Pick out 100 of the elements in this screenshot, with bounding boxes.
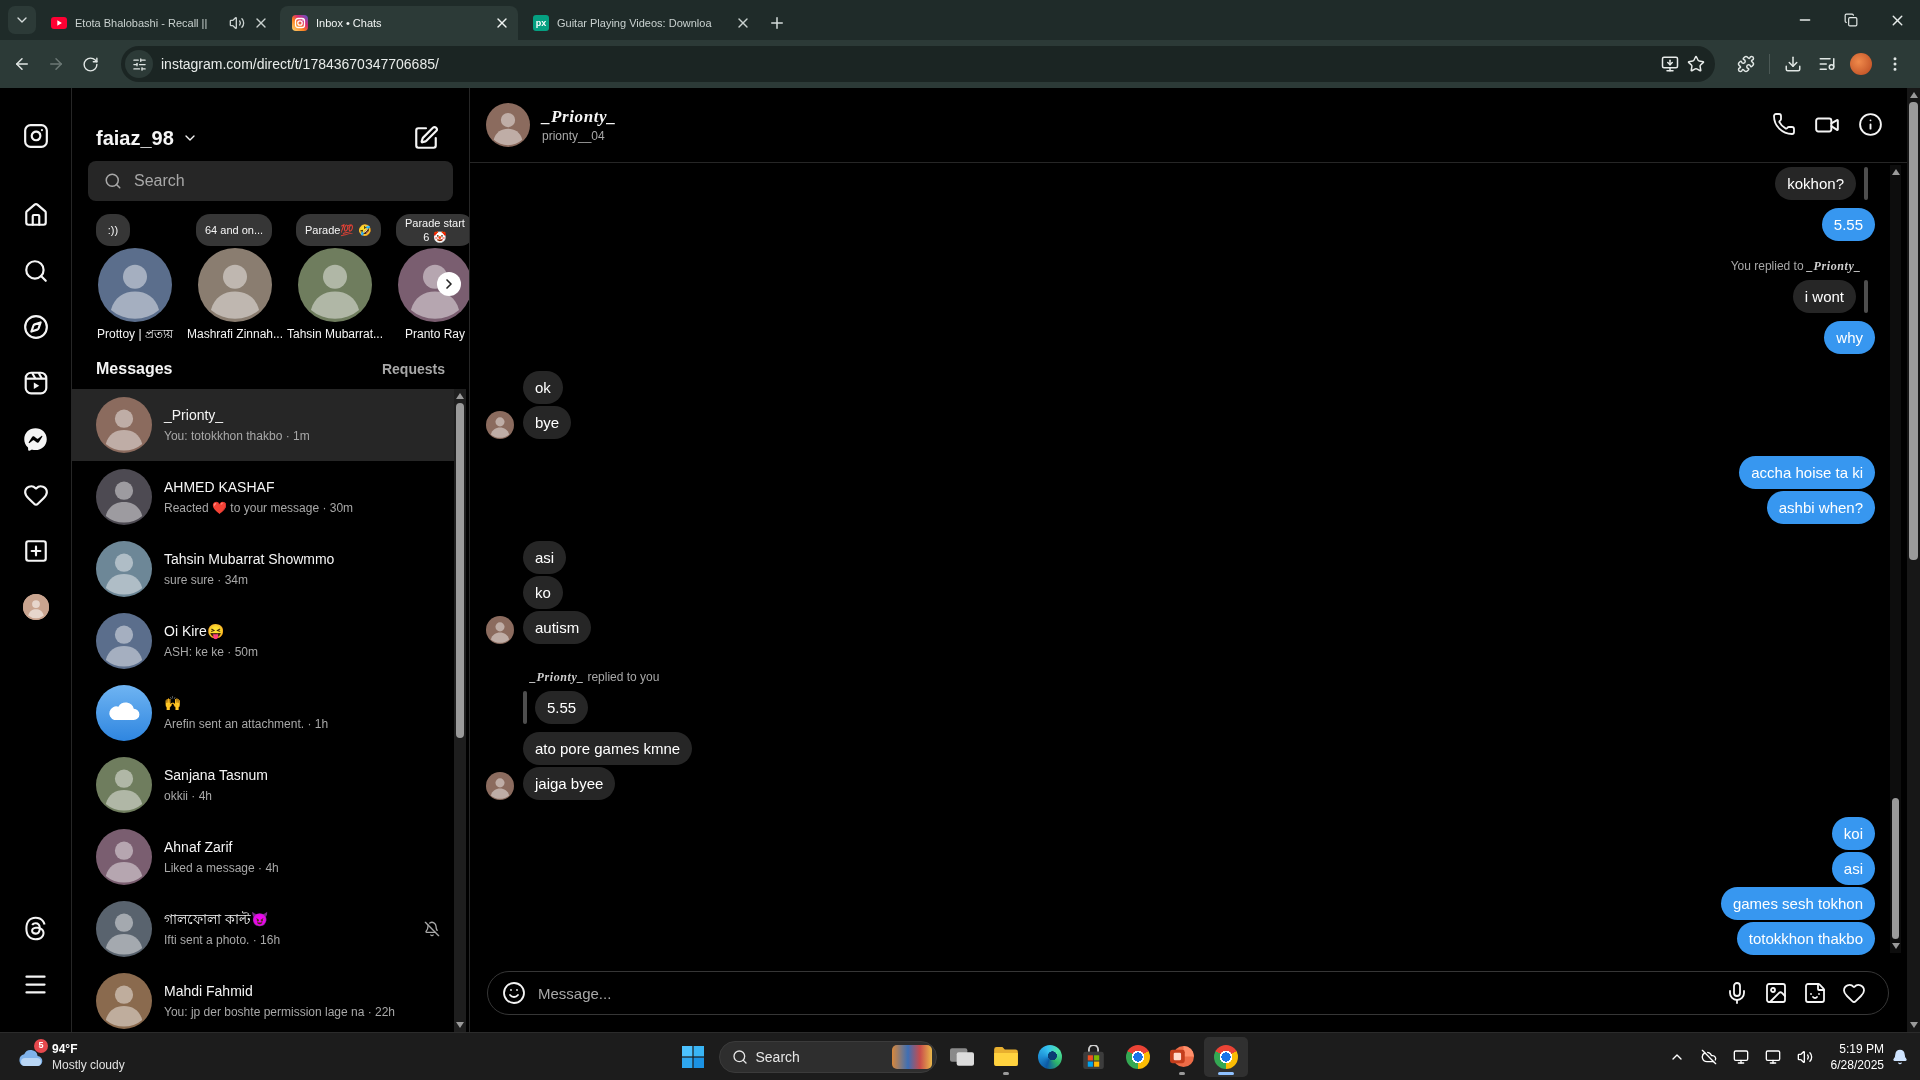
scroll-up-icon[interactable] — [1909, 92, 1918, 98]
conversation-item[interactable]: Sanjana Tasnum okkii · 4h — [72, 749, 454, 821]
conversation-item[interactable]: 🙌 Arefin sent an attachment. · 1h — [72, 677, 454, 749]
user-avatar — [486, 411, 514, 439]
conversation-item[interactable]: Tahsin Mubarrat Showmmo sure sure · 34m — [72, 533, 454, 605]
user-avatar — [96, 541, 152, 597]
volume-icon[interactable] — [1796, 1048, 1813, 1065]
start-menu-icon[interactable] — [681, 1045, 704, 1068]
restore-icon[interactable] — [1844, 13, 1858, 27]
speaker-icon[interactable] — [229, 15, 245, 31]
scroll-down-icon[interactable] — [1909, 1022, 1918, 1028]
cloud-avatar — [96, 685, 152, 741]
monitor-download-icon[interactable] — [1661, 55, 1679, 73]
back-icon[interactable] — [13, 55, 31, 73]
message-bubble: ok — [523, 371, 563, 404]
message-bubble: games sesh tokhon — [1720, 887, 1875, 920]
phone-icon[interactable] — [1772, 112, 1796, 136]
contact-name: _Prionty_ — [542, 106, 617, 127]
presentation-icon — [1169, 1046, 1194, 1067]
extensions-icon[interactable] — [1737, 55, 1755, 73]
user-avatar — [486, 616, 514, 644]
user-avatar[interactable] — [298, 248, 372, 322]
scroll-up-icon[interactable] — [456, 393, 464, 399]
quote-bar — [523, 691, 527, 724]
notifications-icon[interactable] — [1892, 1048, 1908, 1065]
tab-search-button[interactable] — [8, 6, 36, 34]
quoted-message: 5.55 — [535, 691, 589, 724]
plus-square-icon[interactable] — [22, 538, 49, 564]
monitor-icon[interactable] — [1732, 1048, 1749, 1065]
bookmark-star-icon[interactable] — [1687, 55, 1705, 73]
user-avatar — [96, 829, 152, 885]
clock[interactable]: 5:19 PM 6/28/2025 — [1820, 1040, 1892, 1073]
note-bubble: Parade💯 🤣 — [296, 214, 381, 246]
conversation-item[interactable]: _Prionty_ You: totokkhon thakbo · 1m — [72, 389, 454, 461]
reload-icon[interactable] — [81, 55, 99, 73]
reply-note: _Prionty_ replied to you — [528, 669, 660, 685]
message-bubble: autism — [523, 611, 592, 644]
conversation-item[interactable]: Mahdi Fahmid You: jp der boshte permission lage na · 22h — [72, 965, 454, 1032]
quote-bar — [1864, 167, 1868, 200]
play-square-icon[interactable] — [22, 370, 49, 396]
taskbar-search[interactable]: Search — [718, 1040, 937, 1073]
address-bar[interactable]: instagram.com/direct/t/17843670347706685/ — [121, 46, 1715, 82]
user-avatar[interactable] — [198, 248, 272, 322]
monitor-icon[interactable] — [1764, 1048, 1781, 1065]
message-bubble: accha hoise ta ki — [1739, 456, 1875, 489]
user-avatar[interactable] — [22, 594, 49, 620]
section-heading: Messages — [96, 359, 173, 379]
compass-icon[interactable] — [22, 314, 49, 340]
user-avatar[interactable] — [98, 248, 172, 322]
contact-name: Ahnaf Zarif — [164, 838, 234, 856]
taskbar-button[interactable] — [1203, 1036, 1248, 1077]
camera-icon[interactable] — [22, 123, 49, 149]
cloud-icon[interactable] — [17, 1047, 43, 1066]
contact-name: গালফোলা কাল্ট😈 — [164, 910, 269, 928]
plus-icon[interactable] — [768, 14, 786, 32]
at-sign-icon[interactable] — [23, 915, 48, 941]
info-icon[interactable] — [1858, 112, 1883, 137]
sticker-icon[interactable] — [1803, 981, 1827, 1005]
contact-name: Tahsin Mubarrat... — [286, 326, 383, 342]
image-icon[interactable] — [1764, 981, 1788, 1005]
contact-name: Mashrafi Zinnah... — [186, 326, 283, 342]
contact-name: Oi Kire😝 — [164, 622, 225, 640]
conversation-item[interactable]: গালফোলা কাল্ট😈 Ifti sent a photo. · 16h — [72, 893, 454, 965]
user-avatar[interactable] — [398, 248, 469, 322]
user-avatar — [96, 397, 152, 453]
search-icon[interactable] — [22, 258, 49, 284]
scroll-down-icon[interactable] — [456, 1022, 464, 1028]
message-bubble: jaiga byee — [523, 767, 616, 800]
compose-icon[interactable] — [413, 125, 439, 151]
requests-link[interactable]: Requests — [381, 359, 445, 379]
scroll-up-icon[interactable] — [1891, 169, 1900, 175]
message-input[interactable]: Message... — [538, 984, 1713, 1002]
chat-bubble-icon[interactable] — [22, 425, 49, 453]
contact-name: Tahsin Mubarrat Showmmo — [164, 550, 336, 568]
user-avatar — [96, 469, 152, 525]
heart-icon[interactable] — [22, 482, 49, 508]
heart-icon[interactable] — [1842, 981, 1866, 1005]
search-bar[interactable]: Search — [88, 161, 453, 201]
conversation-item[interactable]: Ahnaf Zarif Liked a message · 4h — [72, 821, 454, 893]
sliders-icon[interactable] — [125, 50, 153, 78]
scrollbar-thumb[interactable] — [1909, 102, 1918, 560]
camera-icon — [292, 15, 308, 31]
scrollbar-thumb[interactable] — [456, 403, 464, 738]
conversation-item[interactable]: AHMED KASHAF Reacted ❤ to your message · 30m — [72, 461, 454, 533]
browser-tab[interactable]: Inbox • Chats — [280, 6, 518, 40]
conversation-item[interactable]: Oi Kire😝 ASH: ke ke · 50m — [72, 605, 454, 677]
user-avatar — [96, 901, 152, 957]
playlist-icon[interactable] — [1818, 55, 1836, 73]
scroll-down-icon[interactable] — [1891, 943, 1900, 949]
browser-tab[interactable]: Etota Bhalobashi - Recall || — [39, 6, 277, 40]
browser-icon — [1125, 1044, 1150, 1069]
account-switcher[interactable]: faiaz_98 — [96, 126, 198, 150]
message-bubble: ko — [523, 576, 563, 609]
browser-tab[interactable]: px Guitar Playing Videos: Downloa — [521, 6, 759, 40]
download-icon[interactable] — [1784, 55, 1802, 73]
emoji-icon[interactable] — [502, 981, 526, 1005]
home-icon[interactable] — [22, 202, 49, 228]
search-input[interactable]: Search — [134, 172, 437, 190]
cloud-off-icon[interactable] — [1700, 1048, 1717, 1065]
scrollbar-thumb[interactable] — [1892, 798, 1899, 939]
